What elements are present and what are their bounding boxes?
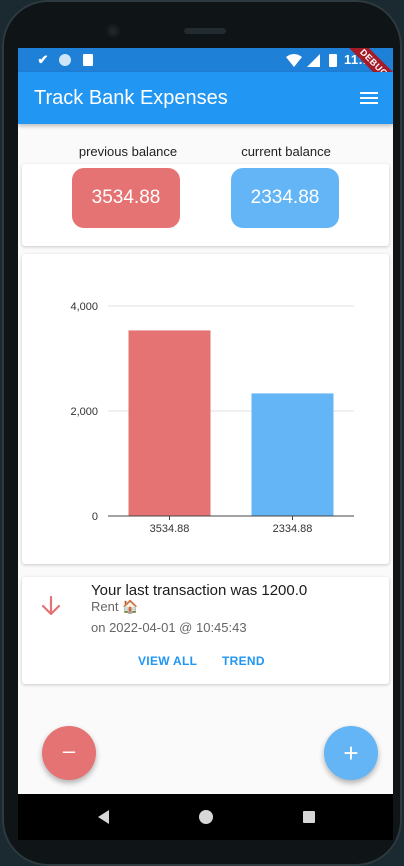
remove-expense-button[interactable]: – [42,726,96,780]
wifi-icon [286,53,302,67]
y-tick-label: 2,000 [70,406,98,418]
previous-balance-label: previous balance [78,144,178,159]
front-camera [106,24,120,38]
earpiece-speaker [184,28,226,34]
home-icon[interactable] [199,810,213,824]
system-nav-bar [18,794,393,840]
balance-card: 3534.88 2334.88 [22,164,389,246]
current-balance-value: 2334.88 [231,168,339,228]
hamburger-menu-icon[interactable] [356,86,382,110]
arrow-down-icon [40,595,62,617]
y-tick-label: 4,000 [70,301,98,313]
balance-bar-chart: 0 2,000 4,000 3534.88 2334.88 [70,301,354,535]
add-income-button[interactable]: + [324,726,378,780]
current-balance-label: current balance [241,144,331,159]
transaction-date: on 2022-04-01 @ 10:45:43 [91,620,247,635]
transaction-title: Your last transaction was 1200.0 [91,582,308,599]
balance-labels: previous balance current balance [18,144,393,160]
recent-apps-icon[interactable] [303,811,315,823]
plus-icon: + [343,737,359,768]
battery-icon [328,53,338,67]
transaction-category: Rent 🏠 [91,599,139,614]
trend-button[interactable]: TREND [222,654,265,668]
status-bar: ✔ 11:18 DEBUG [18,48,393,95]
minus-icon: – [62,738,76,763]
x-tick-label: 2334.88 [273,523,313,535]
balance-chart-card: 0 2,000 4,000 3534.88 2334.88 [22,254,389,564]
x-tick-label: 3534.88 [150,523,190,535]
app-title: Track Bank Expenses [34,87,228,109]
previous-balance-value: 3534.88 [72,168,180,228]
bar [128,330,211,516]
signal-icon [306,53,320,67]
check-icon: ✔ [37,52,49,67]
app-screen: ✔ 11:18 DEBUG Track Bank Expenses previo… [18,48,393,794]
app-bar: Track Bank Expenses [18,72,393,124]
view-all-button[interactable]: VIEW ALL [138,654,197,668]
bar [251,393,334,516]
sd-card-icon [82,53,93,67]
sync-circle-icon [58,53,71,67]
back-icon[interactable] [98,810,109,824]
last-transaction-card: Your last transaction was 1200.0 Rent 🏠 … [22,577,389,684]
y-tick-label: 0 [92,511,98,523]
phone-frame: ✔ 11:18 DEBUG Track Bank Expenses previo… [2,0,402,866]
